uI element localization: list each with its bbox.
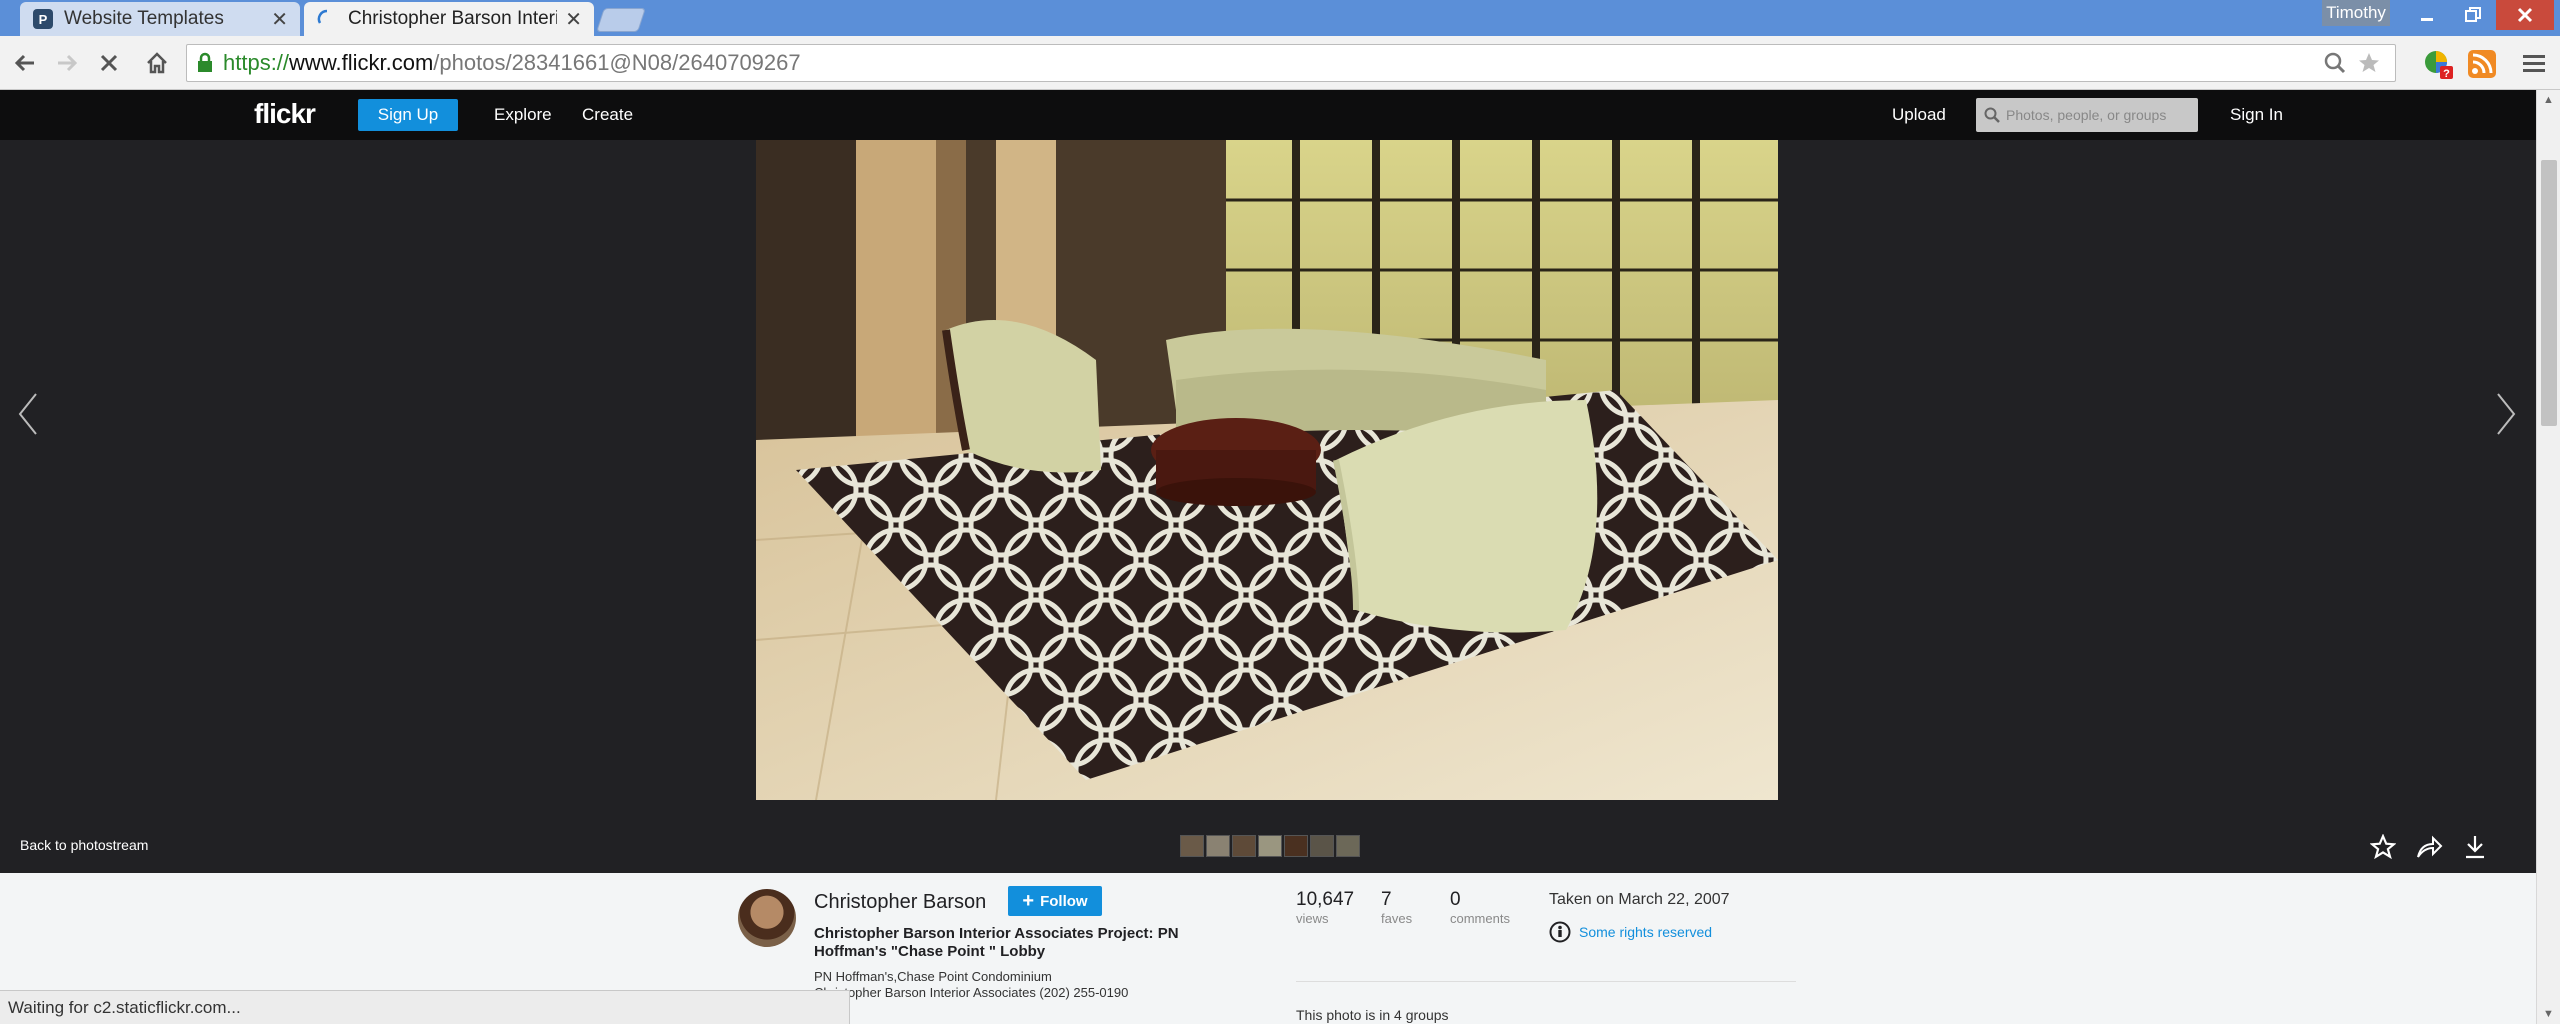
svg-text:P: P	[39, 12, 48, 27]
scroll-up-icon[interactable]: ▲	[2543, 94, 2554, 106]
views-stat: 10,647 views	[1296, 889, 1354, 926]
stop-loading-icon[interactable]	[92, 46, 126, 80]
upload-link[interactable]: Upload	[1892, 105, 1946, 125]
plus-icon: +	[1022, 889, 1035, 912]
divider	[1296, 981, 1796, 982]
bookmark-star-icon[interactable]	[2357, 51, 2381, 75]
thumbnail[interactable]	[1284, 835, 1308, 857]
flickr-header: flickr Sign Up Explore Create Upload Pho…	[0, 90, 2536, 140]
back-to-photostream-link[interactable]: Back to photostream	[20, 837, 148, 853]
loading-spinner-icon	[317, 9, 328, 24]
license-label: Some rights reserved	[1579, 924, 1713, 940]
signup-button[interactable]: Sign Up	[358, 99, 458, 131]
url-domain: www.flickr.com	[289, 50, 434, 75]
site-favicon-icon: P	[33, 9, 53, 29]
restore-icon[interactable]	[2450, 0, 2496, 30]
groups-heading: This photo is in 4 groups	[1296, 1007, 1449, 1023]
window-close-icon[interactable]	[2496, 0, 2554, 30]
svg-text:?: ?	[2443, 68, 2450, 80]
search-icon[interactable]	[2323, 51, 2347, 75]
comments-stat: 0 comments	[1450, 889, 1510, 926]
taken-date[interactable]: Taken on March 22, 2007	[1549, 891, 1730, 909]
minimize-icon[interactable]	[2404, 0, 2450, 30]
profile-badge[interactable]: Timothy	[2322, 0, 2390, 26]
browser-toolbar: https://www.flickr.com/photos/28341661@N…	[0, 36, 2560, 90]
url-scheme: https://	[223, 50, 290, 75]
follow-label: Follow	[1040, 892, 1088, 910]
tab-title: Website Templates	[64, 8, 224, 29]
fave-star-icon[interactable]	[2366, 830, 2400, 864]
comments-count: 0	[1450, 889, 1461, 910]
chrome-menu-icon[interactable]	[2518, 48, 2550, 80]
chevron-left-icon[interactable]	[16, 390, 40, 448]
status-bar: Waiting for c2.staticflickr.com...	[0, 990, 850, 1024]
description-line: PN Hoffman's,Chase Point Condominium	[814, 969, 1052, 984]
create-link[interactable]: Create	[582, 105, 633, 125]
tab-title: Christopher Barson Interio	[348, 8, 558, 29]
follow-button[interactable]: + Follow	[1008, 886, 1102, 916]
views-count: 10,647	[1296, 889, 1355, 910]
thumbnail[interactable]	[1310, 835, 1334, 857]
browser-titlebar: P Website Templates ✕ Christopher Barson…	[0, 0, 2560, 36]
owner-name[interactable]: Christopher Barson	[814, 891, 986, 914]
faves-stat: 7 faves	[1381, 889, 1412, 926]
thumbnail[interactable]	[1258, 835, 1282, 857]
search-input[interactable]: Photos, people, or groups	[1976, 98, 2198, 132]
description-line: Christopher Barson Interior Associates (…	[814, 985, 1129, 1000]
download-icon[interactable]	[2458, 830, 2492, 864]
views-label: views	[1296, 911, 1329, 926]
search-icon	[1984, 107, 2000, 123]
photo-title: Christopher Barson Interior Associates P…	[814, 925, 1179, 960]
share-icon[interactable]	[2412, 830, 2446, 864]
main-photo[interactable]	[756, 140, 1778, 800]
avatar[interactable]	[738, 889, 796, 947]
photostream-thumbnails	[1180, 835, 1360, 857]
chevron-right-icon[interactable]	[2494, 390, 2518, 448]
explore-link[interactable]: Explore	[494, 105, 552, 125]
thumbnail[interactable]	[1336, 835, 1360, 857]
thumbnail[interactable]	[1232, 835, 1256, 857]
thumbnail[interactable]	[1206, 835, 1230, 857]
photo-description: PN Hoffman's,Chase Point Condominium Chr…	[814, 969, 1194, 1001]
thumbnail[interactable]	[1180, 835, 1204, 857]
scrollbar-thumb[interactable]	[2541, 160, 2557, 426]
faves-count: 7	[1381, 889, 1392, 910]
url-path: /photos/28341661@N08/2640709267	[433, 50, 801, 75]
comments-label: comments	[1450, 911, 1510, 926]
signin-link[interactable]: Sign In	[2230, 105, 2283, 125]
tab-website-templates[interactable]: P Website Templates ✕	[20, 2, 300, 36]
creative-commons-icon	[1549, 921, 1571, 943]
tab-flickr-photo[interactable]: Christopher Barson Interio ✕	[304, 2, 594, 36]
extension-color-icon[interactable]: ?	[2422, 48, 2454, 80]
new-tab-button[interactable]	[596, 8, 646, 32]
flickr-logo[interactable]: flickr	[254, 98, 316, 130]
flickr-page: flickr Sign Up Explore Create Upload Pho…	[0, 90, 2536, 1024]
rss-icon[interactable]	[2466, 48, 2498, 80]
address-bar[interactable]: https://www.flickr.com/photos/28341661@N…	[186, 44, 2396, 82]
home-icon[interactable]	[140, 46, 174, 80]
page-scrollbar[interactable]: ▲ ▼	[2536, 90, 2560, 1024]
forward-arrow-icon[interactable]	[50, 46, 84, 80]
license-link[interactable]: Some rights reserved	[1549, 921, 1712, 943]
back-arrow-icon[interactable]	[8, 46, 42, 80]
tab-close-icon[interactable]: ✕	[565, 7, 582, 32]
scroll-down-icon[interactable]: ▼	[2543, 1008, 2554, 1020]
faves-label: faves	[1381, 911, 1413, 926]
lock-icon	[198, 52, 212, 72]
tab-close-icon[interactable]: ✕	[271, 7, 288, 32]
search-placeholder: Photos, people, or groups	[2006, 107, 2167, 123]
